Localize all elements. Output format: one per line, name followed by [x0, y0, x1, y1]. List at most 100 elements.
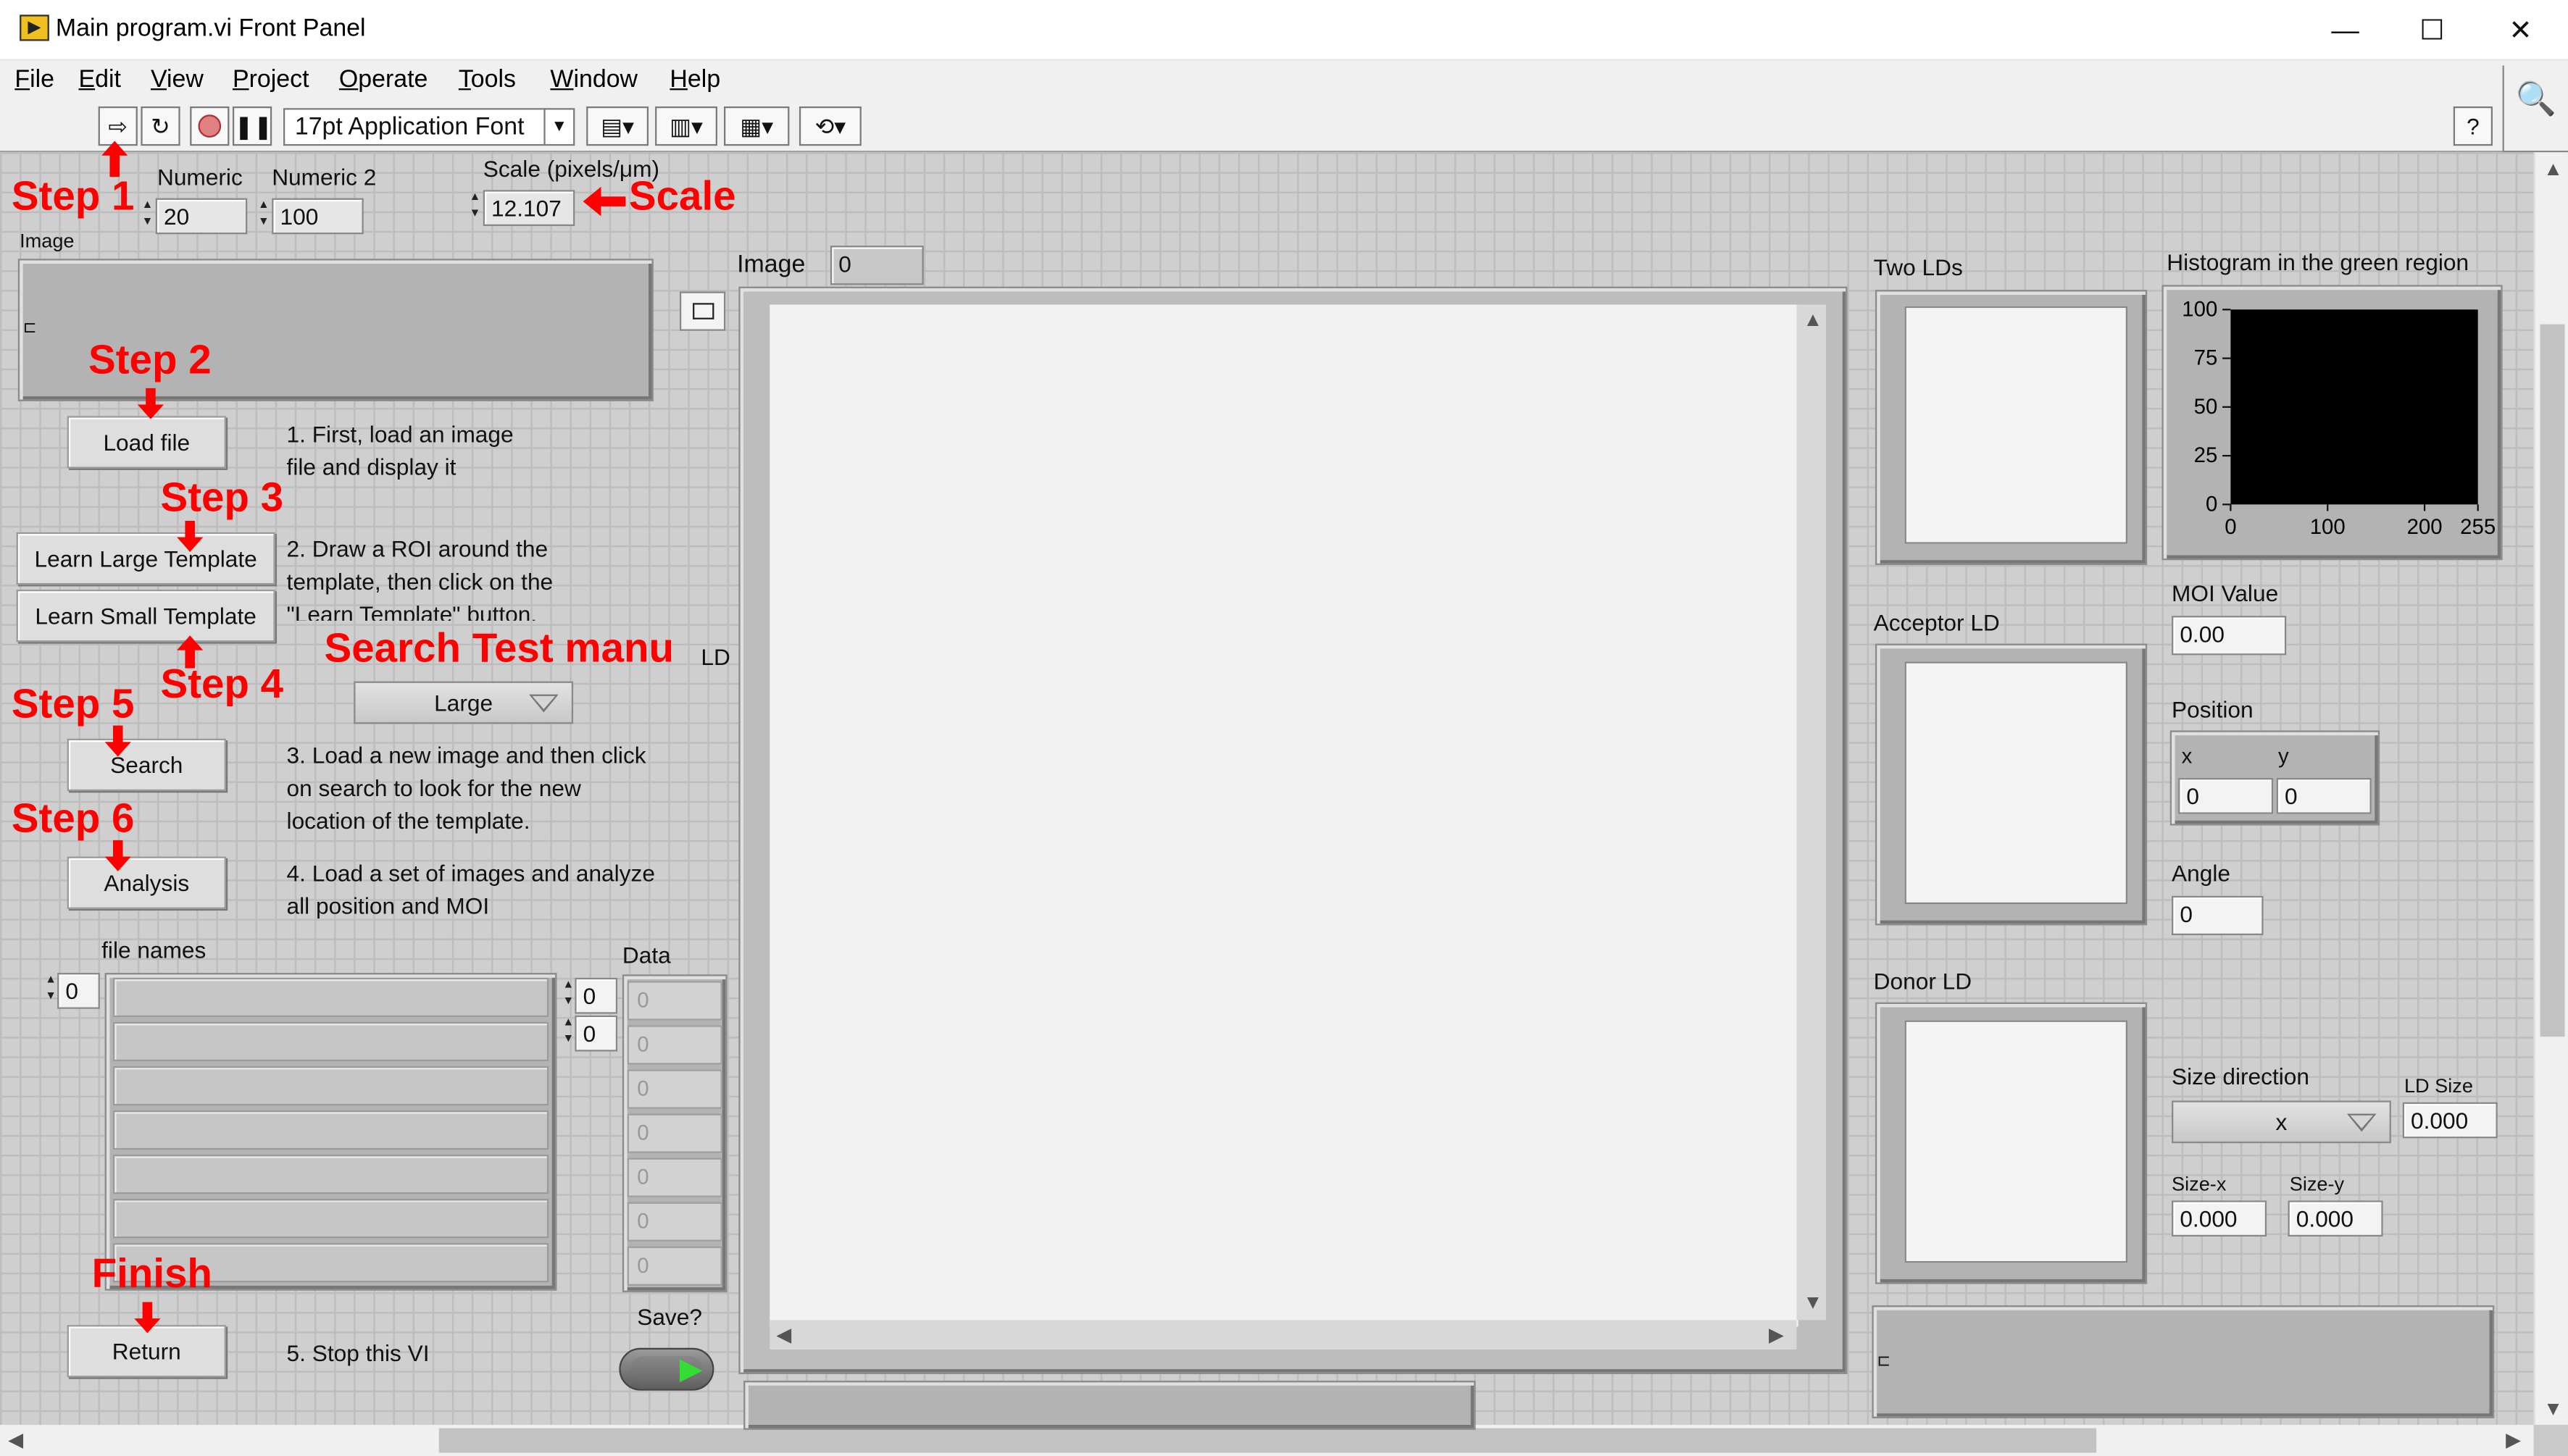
image-hscroll[interactable]: ◀ ▶: [770, 1320, 1797, 1350]
data-cell[interactable]: 0: [627, 1246, 722, 1286]
file-index-incdec-icon[interactable]: ▲ ▼: [44, 973, 57, 1009]
data-col-incdec-icon[interactable]: ▲ ▼: [562, 1016, 575, 1052]
numeric-input[interactable]: 20: [155, 198, 248, 235]
menu-file[interactable]: File: [14, 65, 54, 93]
menu-view[interactable]: View: [151, 65, 204, 93]
data-label: Data: [622, 942, 671, 968]
donor-ld-display[interactable]: [1875, 1002, 2148, 1284]
data-row-index[interactable]: 0: [575, 977, 618, 1014]
note-step4: 4. Load a set of images and analyze all p…: [286, 860, 655, 919]
minimize-button[interactable]: —: [2301, 0, 2390, 61]
size-direction-ring[interactable]: x: [2172, 1100, 2391, 1144]
data-cell[interactable]: 0: [627, 1113, 722, 1153]
font-selector[interactable]: 17pt Application Font ▼: [283, 108, 575, 146]
x-tick-label: 200: [2407, 515, 2443, 539]
file-name-cell[interactable]: [112, 1154, 549, 1194]
data-cell[interactable]: 0: [627, 981, 722, 1021]
numeric-incdec-icon[interactable]: ▲ ▼: [141, 198, 154, 235]
x-tick-label: 255: [2460, 515, 2496, 539]
scale-incdec-icon[interactable]: ▲ ▼: [468, 190, 481, 226]
abort-icon[interactable]: [190, 106, 230, 146]
scroll-right-icon[interactable]: ▶: [2506, 1428, 2521, 1452]
close-button[interactable]: ✕: [2476, 0, 2564, 61]
resize-objects-icon[interactable]: ▦▾: [724, 106, 790, 146]
acceptor-ld-display[interactable]: [1875, 643, 2148, 926]
data-col-index[interactable]: 0: [575, 1015, 618, 1052]
image-scroll-right-icon[interactable]: ▶: [1769, 1323, 1784, 1347]
numeric2-label: Numeric 2: [272, 164, 377, 191]
run-continuously-icon[interactable]: ↻: [141, 106, 180, 146]
y-tick-label: 25: [2194, 443, 2218, 467]
menu-operate[interactable]: Operate: [339, 65, 428, 93]
data-cell[interactable]: 0: [627, 1069, 722, 1109]
maximize-button[interactable]: ☐: [2388, 0, 2476, 61]
menu-edit[interactable]: Edit: [78, 65, 120, 93]
reorder-icon[interactable]: ⟲▾: [799, 106, 862, 146]
path-browse-icon: ⊏: [1877, 1352, 1891, 1371]
search-size-ring[interactable]: Large: [354, 681, 574, 724]
analysis-button[interactable]: Analysis: [67, 856, 226, 909]
image-display[interactable]: ▲ ▼ ◀ ▶: [738, 286, 1848, 1374]
align-objects-icon[interactable]: ▤▾: [586, 106, 649, 146]
x-tick-label: 0: [2225, 515, 2236, 539]
file-name-cell[interactable]: [112, 977, 549, 1018]
step2-arrow-icon: [137, 388, 164, 421]
two-lds-label: Two LDs: [1873, 254, 1963, 280]
data-row-incdec-icon[interactable]: ▲ ▼: [562, 978, 575, 1014]
note-step2: 2. Draw a ROI around the template, then c…: [286, 535, 554, 621]
donor-ld-image: [1904, 1020, 2127, 1263]
file-name-cell[interactable]: [112, 1066, 549, 1106]
vi-icon-pane[interactable]: 🔍: [2502, 65, 2568, 153]
step1-arrow-icon: [101, 141, 128, 177]
position-y-value: 0: [2276, 777, 2372, 814]
save-toggle[interactable]: [619, 1347, 714, 1391]
image-scroll-left-icon[interactable]: ◀: [776, 1323, 791, 1347]
image-scroll-down-icon[interactable]: ▼: [1803, 1291, 1822, 1314]
load-file-button[interactable]: Load file: [67, 416, 226, 469]
scroll-up-icon[interactable]: ▲: [2543, 157, 2563, 180]
distribute-objects-icon[interactable]: ▥▾: [655, 106, 717, 146]
angle-label: Angle: [2172, 860, 2230, 887]
image-display-number[interactable]: 0: [830, 246, 924, 285]
learn-small-template-button[interactable]: Learn Small Template: [16, 589, 275, 643]
data-cell[interactable]: 0: [627, 1025, 722, 1065]
image-scroll-up-icon[interactable]: ▲: [1803, 308, 1822, 331]
menu-help[interactable]: Help: [670, 65, 720, 93]
size-y-value: 0.000: [2288, 1200, 2383, 1237]
numeric2-incdec-icon[interactable]: ▲ ▼: [257, 198, 270, 235]
size-x-value: 0.000: [2172, 1200, 2267, 1237]
numeric2-input[interactable]: 100: [272, 198, 364, 235]
menu-window[interactable]: Window: [550, 65, 638, 93]
file-name-cell[interactable]: [112, 1199, 549, 1239]
file-name-cell[interactable]: [112, 1110, 549, 1150]
image-display-area[interactable]: [770, 304, 1798, 1327]
scroll-left-icon[interactable]: ◀: [8, 1428, 23, 1452]
vertical-scroll-thumb[interactable]: [2540, 324, 2565, 1037]
menu-project[interactable]: Project: [233, 65, 309, 93]
file-index-input[interactable]: 0: [57, 973, 100, 1009]
two-lds-display[interactable]: [1875, 290, 2148, 566]
path-indicator[interactable]: ⊏: [1872, 1305, 2495, 1419]
horizontal-scroll-thumb[interactable]: [438, 1428, 2097, 1453]
data-cell[interactable]: 0: [627, 1158, 722, 1197]
image-display-toggle[interactable]: [679, 291, 726, 331]
run-arrow-icon[interactable]: ⇨: [98, 106, 138, 146]
file-name-cell[interactable]: [112, 1021, 549, 1062]
vertical-scrollbar[interactable]: ▲ ▼: [2533, 152, 2568, 1426]
menu-tools[interactable]: Tools: [459, 65, 516, 93]
status-display: [743, 1380, 1476, 1430]
histogram-title: Histogram in the green region: [2167, 248, 2469, 275]
data-cell[interactable]: 0: [627, 1202, 722, 1242]
annotation-search-test: Search Test manu: [324, 625, 675, 671]
scroll-down-icon[interactable]: ▼: [2543, 1397, 2563, 1421]
learn-large-template-button[interactable]: Learn Large Template: [16, 532, 275, 585]
context-help-button[interactable]: ?: [2453, 106, 2493, 146]
scale-input[interactable]: 12.107: [483, 190, 575, 227]
pause-icon[interactable]: ❚❚: [232, 106, 272, 146]
ld-size-value: 0.000: [2402, 1102, 2498, 1139]
search-button[interactable]: Search: [67, 738, 226, 792]
annotation-step3: Step 3: [160, 474, 284, 521]
donor-ld-label: Donor LD: [1873, 968, 1972, 995]
image-vscroll[interactable]: ▲ ▼: [1796, 304, 1827, 1321]
menu-bar: File Edit View Project Operate Tools Win…: [0, 60, 2568, 100]
